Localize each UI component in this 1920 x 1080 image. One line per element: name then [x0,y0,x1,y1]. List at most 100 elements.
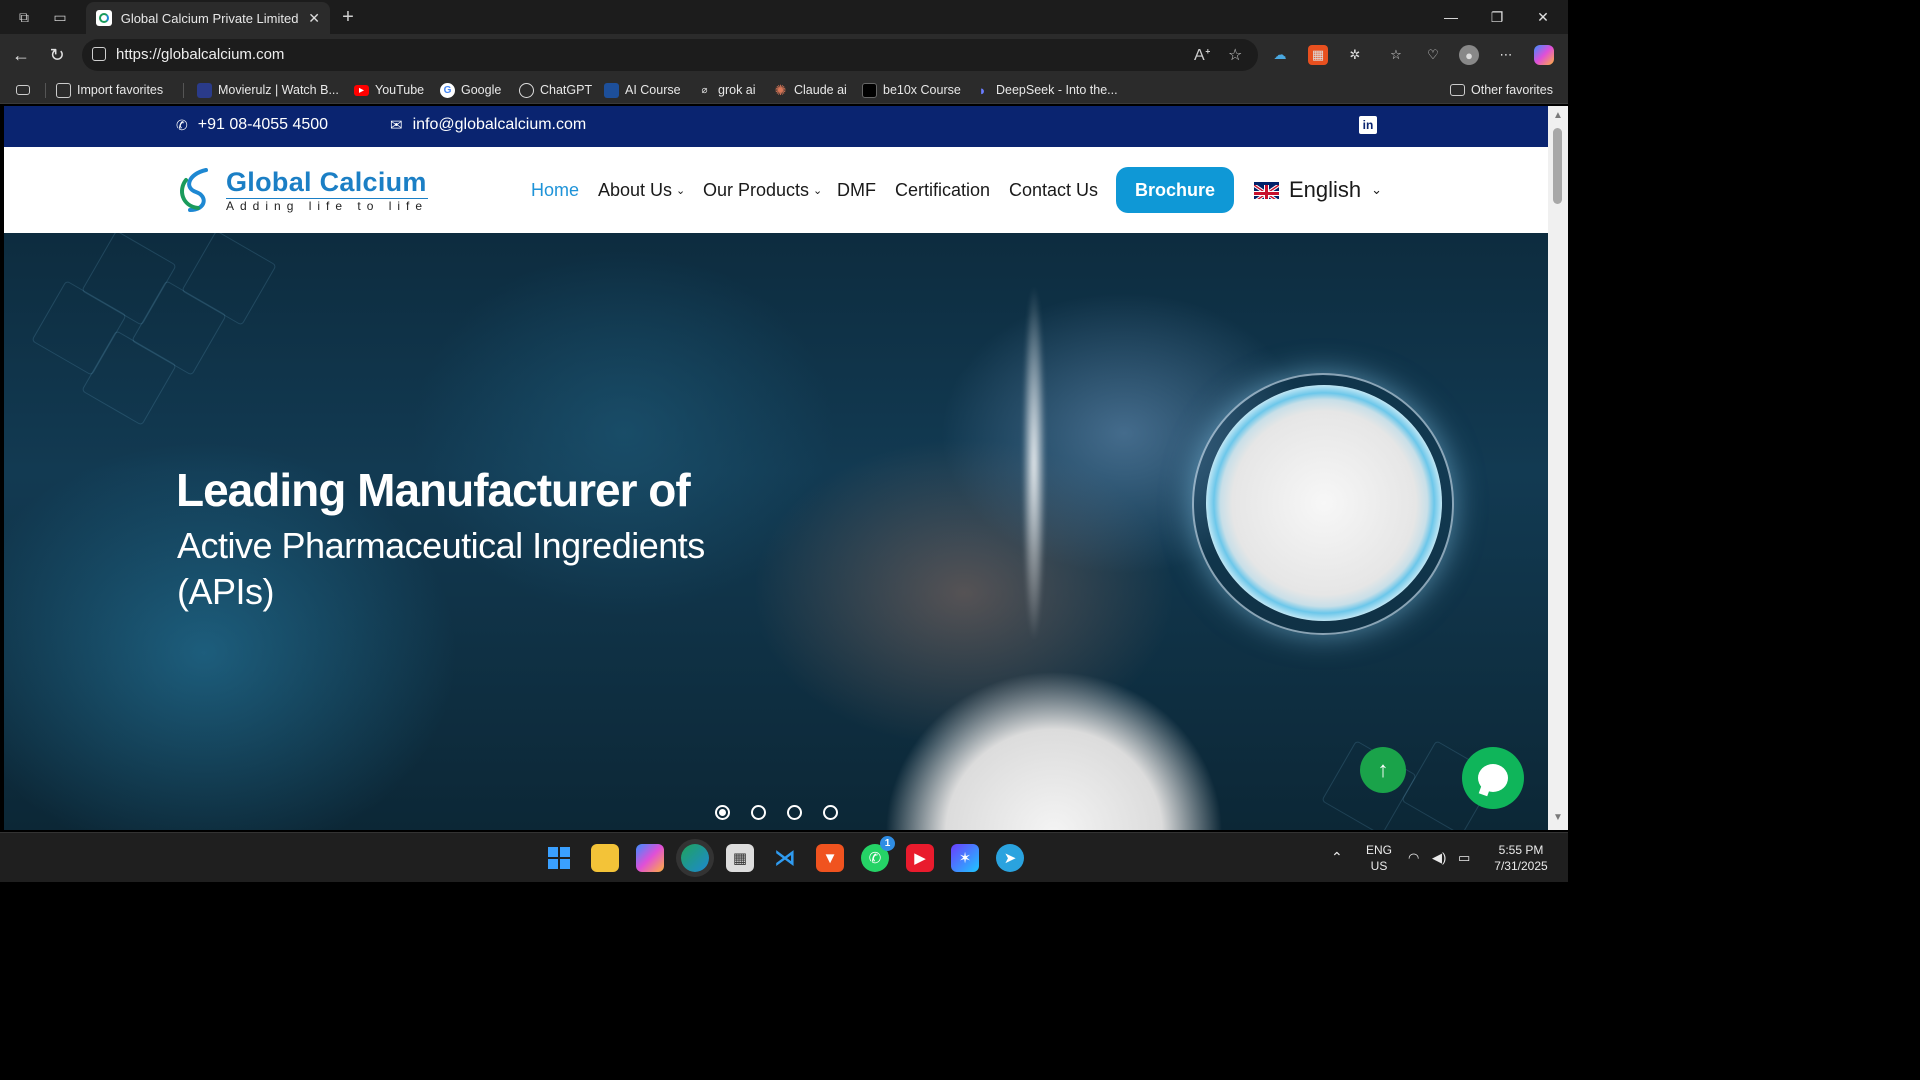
nav-label: DMF [837,180,876,200]
extensions-icon[interactable]: ✲ [1345,45,1365,65]
slider-dot-3[interactable] [787,805,802,820]
slider-dot-2[interactable] [751,805,766,820]
browser-essentials-icon[interactable]: ♡ [1423,45,1443,65]
linkedin-icon[interactable]: in [1359,116,1377,134]
google-icon: G [440,82,455,98]
language-indicator[interactable]: ENG US [1362,842,1396,874]
browser-tab-active[interactable]: Global Calcium Private Limited | G ✕ [86,2,330,34]
hero-heading: Leading Manufacturer of [176,464,691,516]
nav-home[interactable]: Home [531,180,579,201]
folder-icon [1450,84,1465,96]
close-tab-icon[interactable]: ✕ [308,10,320,27]
address-bar[interactable]: https://globalcalcium.com Aᐩ ☆ [82,39,1258,71]
nav-certification[interactable]: Certification [895,180,990,201]
telegram-icon[interactable]: ➤ [996,844,1024,872]
back-icon[interactable]: ← [10,44,32,66]
favorite-claude[interactable]: ✺ Claude ai [773,80,847,100]
chevron-up-icon[interactable]: ⌃ [1331,849,1343,865]
logo-tagline: Adding life to life [226,198,429,213]
other-favorites[interactable]: Other favorites [1450,80,1553,100]
slider-dot-4[interactable] [823,805,838,820]
vscode-icon[interactable]: ⋊ [771,844,799,872]
favorite-grok[interactable]: ⌀ grok ai [697,80,755,100]
restore-icon[interactable]: ❐ [1474,0,1520,34]
favorite-import[interactable]: Import favorites [56,80,163,100]
brave-icon[interactable]: ▼ [816,844,844,872]
onedrive-icon[interactable]: ☁ [1270,45,1290,65]
scroll-up-icon[interactable]: ▲ [1553,110,1563,121]
youtube-icon: ▸ [354,84,369,96]
nav-dmf[interactable]: DMF [837,180,876,201]
powder-dish-image [1206,385,1442,621]
lock-icon[interactable] [92,47,106,61]
clock-time: 5:55 PM [1498,843,1544,857]
vertical-tabs-icon[interactable]: ▭ [50,7,70,27]
read-aloud-icon[interactable]: Aᐩ [1194,45,1211,65]
favorites-icon[interactable]: ☆ [1386,45,1406,65]
workspaces-icon[interactable]: ⧉ [14,7,34,27]
ai-course-icon [604,82,619,98]
clock[interactable]: 5:55 PM 7/31/2025 [1486,842,1556,874]
page-scrollbar[interactable]: ▲ ▼ [1548,106,1568,830]
edge-browser-icon[interactable] [681,844,709,872]
language-label: English [1289,177,1362,202]
uk-flag-icon [1254,181,1279,199]
file-explorer-icon[interactable] [591,844,619,872]
divider [183,83,184,98]
copilot-icon[interactable] [1534,45,1554,65]
email-contact[interactable]: ✉ info@globalcalcium.com [390,116,586,134]
wifi-icon[interactable]: ◠ [1408,850,1419,866]
deepseek-icon: ◗ [978,82,987,98]
nav-label: About Us [598,180,673,200]
scroll-down-icon[interactable]: ▼ [1553,812,1563,823]
powder-pile-image [814,603,1294,830]
movierulz-icon [197,82,212,98]
logo-name[interactable]: Global Calcium [226,167,427,198]
grok-icon: ⌀ [701,84,708,96]
favorite-deepseek[interactable]: ◗ DeepSeek - Into the... [975,80,1118,100]
scroll-to-top-button[interactable]: ↑ [1360,747,1406,793]
start-icon[interactable] [545,844,573,872]
copilot-app-icon[interactable] [636,844,664,872]
browser-title-bar: ⧉ ▭ Global Calcium Private Limited | G ✕… [0,0,1568,34]
scrollbar-thumb[interactable] [1553,128,1562,204]
other-favorites-label: Other favorites [1471,83,1553,97]
favorite-youtube[interactable]: ▸ YouTube [354,80,424,100]
brochure-button[interactable]: Brochure [1116,167,1234,213]
refresh-icon[interactable]: ↻ [46,44,68,66]
favorite-ai-course[interactable]: AI Course [604,80,681,100]
extension-icon[interactable]: ▦ [1308,45,1328,65]
minimize-icon[interactable]: — [1428,0,1474,34]
favorite-chatgpt[interactable]: ChatGPT [519,80,592,100]
whatsapp-icon[interactable]: ✆ 1 [861,836,895,872]
import-icon [56,82,71,98]
close-window-icon[interactable]: ✕ [1520,0,1566,34]
collections-icon[interactable] [16,80,30,100]
more-options-icon[interactable]: ⋯ [1496,45,1516,65]
chevron-down-icon: ⌄ [1371,182,1383,197]
page-viewport: ✆ +91 08-4055 4500 ✉ info@globalcalcium.… [4,106,1548,830]
favorite-google[interactable]: G Google [440,80,501,100]
claude-icon: ✺ [774,81,787,98]
new-tab-icon[interactable]: + [338,6,358,28]
battery-icon[interactable]: ▭ [1458,850,1470,866]
nav-our-products[interactable]: Our Products ⌄ [703,180,822,201]
media-app-icon[interactable]: ▶ [906,844,934,872]
nav-contact-us[interactable]: Contact Us [1009,180,1098,201]
slider-dot-1[interactable] [715,805,730,820]
microsoft-store-icon[interactable]: ▦ [726,844,754,872]
favorite-movierulz[interactable]: Movierulz | Watch B... [197,80,339,100]
url-text[interactable]: https://globalcalcium.com [116,46,284,63]
profile-avatar-icon[interactable]: ● [1459,45,1479,65]
chat-button[interactable] [1462,747,1524,809]
phone-contact[interactable]: ✆ +91 08-4055 4500 [176,116,328,134]
ai-app-icon[interactable]: ✶ [951,844,979,872]
language-selector[interactable]: English ⌄ [1254,177,1382,203]
favorite-star-icon[interactable]: ☆ [1228,45,1242,65]
nav-about-us[interactable]: About Us ⌄ [598,180,685,201]
favorites-bar: Import favorites Movierulz | Watch B... … [0,76,1568,104]
volume-icon[interactable]: ◀) [1432,850,1446,866]
logo-mark-icon[interactable] [176,166,218,214]
arrow-up-icon: ↑ [1377,757,1389,782]
favorite-be10x[interactable]: be10x Course [862,80,961,100]
